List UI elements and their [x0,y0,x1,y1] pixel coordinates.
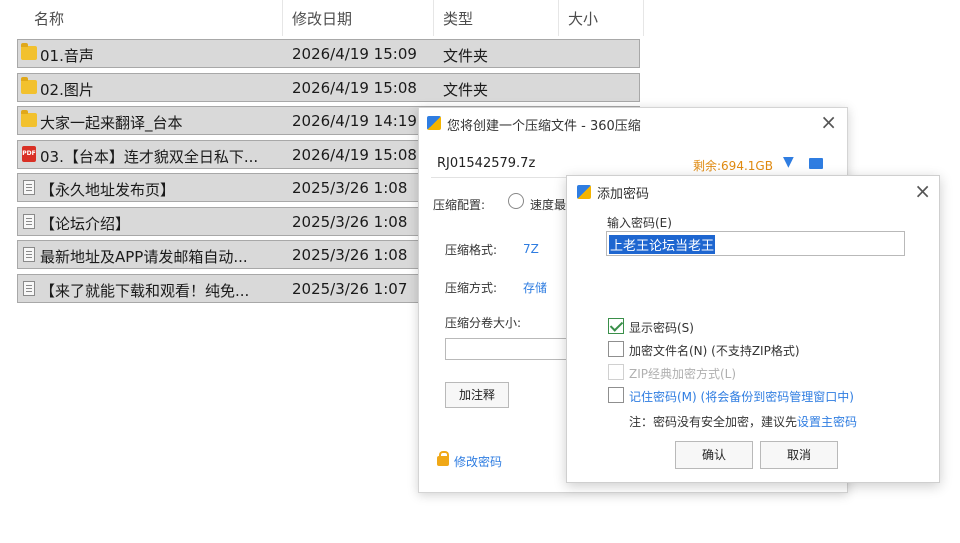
document-icon [23,214,35,229]
lock-icon [437,451,449,466]
file-date: 2026/4/19 15:08 [292,79,417,97]
archive-filename[interactable]: RJ01542579.7z [437,156,535,171]
file-name: 最新地址及APP请发邮箱自动... [40,248,248,266]
file-date: 2026/4/19 14:19 [292,112,417,130]
document-icon [23,247,35,262]
password-value[interactable]: 上老王论坛当老王 [609,235,716,254]
folder-icon [21,43,37,60]
file-name: 【来了就能下载和观看！纯免... [40,282,250,300]
file-name: 大家一起来翻译_台本 [40,114,183,132]
split-size-label: 压缩分卷大小: [445,316,522,330]
zip-classic-checkbox [608,364,624,380]
encrypt-filenames-checkbox[interactable] [608,341,624,357]
app-logo-icon [577,185,591,199]
config-label: 压缩配置: [433,198,486,212]
dialog-title: 添加密码 [597,187,650,202]
column-size-header[interactable]: 大小 [568,8,598,29]
security-note-text: 注：密码没有安全加密，建议先 [629,415,798,429]
file-name: 【永久地址发布页】 [40,181,176,199]
document-icon [23,180,35,195]
file-name: 03.【台本】连才貌双全日私下... [40,148,259,166]
show-password-checkbox[interactable] [608,318,624,334]
archive-path-field[interactable]: RJ01542579.7z 剩余:694.1GB ▼ [431,150,835,178]
zip-classic-label: ZIP经典加密方式(L) [629,367,737,381]
column-type-header[interactable]: 类型 [443,8,473,29]
column-separator[interactable] [433,0,434,36]
file-date: 2025/3/26 1:08 [292,213,408,231]
file-name: 02.图片 [40,81,94,99]
close-icon[interactable]: × [820,112,837,132]
show-password-label[interactable]: 显示密码(S) [629,319,694,336]
change-password-link[interactable]: 修改密码 [454,453,502,470]
remember-password-checkbox[interactable] [608,387,624,403]
chevron-down-icon[interactable]: ▼ [783,154,794,170]
free-space-label: 剩余:694.1GB [693,159,773,173]
file-date: 2026/4/19 15:09 [292,45,417,63]
pdf-icon: PDF [22,146,36,162]
speed-radio[interactable] [508,193,524,209]
security-note: 注：密码没有安全加密，建议先设置主密码 [629,413,857,430]
column-separator[interactable] [643,0,644,36]
file-date: 2025/3/26 1:07 [292,280,408,298]
format-label: 压缩格式: [445,243,498,257]
method-label: 压缩方式: [445,281,498,295]
file-date: 2025/3/26 1:08 [292,179,408,197]
split-size-input[interactable] [445,338,570,360]
password-input-label: 输入密码(E) [607,216,672,230]
format-value[interactable]: 7Z [523,242,539,256]
column-name-header[interactable]: 名称 [34,8,64,29]
app-logo-icon [427,116,441,130]
set-master-password-link[interactable]: 设置主密码 [797,415,857,429]
file-name: 01.音声 [40,47,94,65]
close-icon[interactable]: × [914,181,931,201]
password-input[interactable]: 上老王论坛当老王 [606,231,905,256]
column-date-header[interactable]: 修改日期 [292,8,352,29]
file-type: 文件夹 [443,47,489,65]
remember-password-label[interactable]: 记住密码(M) (将会备份到密码管理窗口中) [629,388,854,405]
file-date: 2025/3/26 1:08 [292,246,408,264]
add-comment-button[interactable]: 加注释 [445,382,509,408]
folder-icon [21,110,37,127]
compress-window-title: 您将创建一个压缩文件 - 360压缩 [447,119,641,134]
speed-option-label[interactable]: 速度最 [530,196,566,213]
add-password-dialog: 添加密码 × 输入密码(E) 上老王论坛当老王 显示密码(S) 加密文件名(N)… [566,175,940,483]
document-icon [23,281,35,296]
column-header-bar: 名称 ^ 修改日期 类型 大小 [0,0,645,36]
encrypt-filenames-label[interactable]: 加密文件名(N) (不支持ZIP格式) [629,342,800,359]
column-separator[interactable] [282,0,283,36]
column-separator[interactable] [558,0,559,36]
method-value[interactable]: 存储 [523,279,547,296]
sort-up-icon: ^ [150,0,161,8]
cancel-button[interactable]: 取消 [760,441,838,469]
folder-icon [21,77,37,94]
compress-titlebar[interactable]: 您将创建一个压缩文件 - 360压缩 × [419,108,847,138]
confirm-button[interactable]: 确认 [675,441,753,469]
file-row[interactable]: 02.图片 2026/4/19 15:08 文件夹 [17,73,640,102]
file-name: 【论坛介绍】 [40,215,131,233]
folder-browse-icon[interactable] [809,158,823,169]
file-date: 2026/4/19 15:08 [292,146,417,164]
file-row[interactable]: 01.音声 2026/4/19 15:09 文件夹 [17,39,640,68]
file-type: 文件夹 [443,81,489,99]
